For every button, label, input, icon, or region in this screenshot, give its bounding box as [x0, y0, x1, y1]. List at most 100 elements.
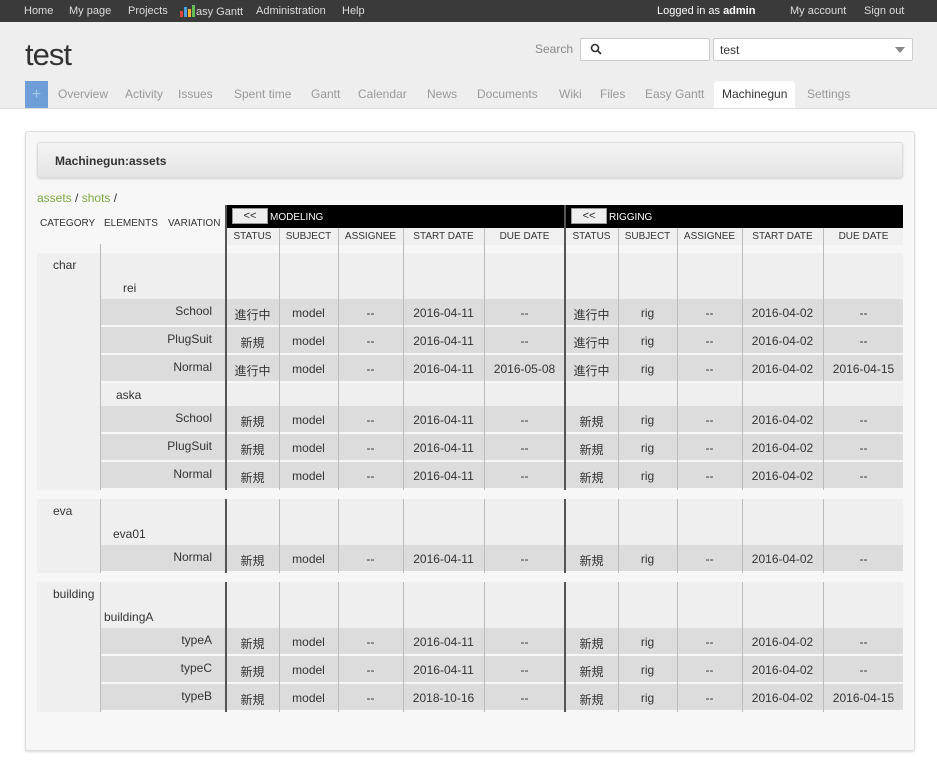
- cell-status[interactable]: 新規: [565, 663, 618, 680]
- cell-status[interactable]: 新規: [565, 635, 618, 652]
- grid-line: [823, 499, 824, 573]
- category-label[interactable]: eva: [53, 504, 72, 518]
- cell-start-date: 2016-04-02: [751, 691, 814, 705]
- tab-spent-time[interactable]: Spent time: [234, 87, 291, 101]
- category-label[interactable]: char: [53, 258, 76, 272]
- variation-label[interactable]: Normal: [100, 467, 212, 481]
- cell-status[interactable]: 新規: [226, 469, 279, 486]
- cell-status[interactable]: 新規: [565, 552, 618, 569]
- cell-subject[interactable]: rig: [618, 469, 677, 483]
- variation-label[interactable]: School: [100, 411, 212, 425]
- cell-status[interactable]: 進行中: [226, 362, 279, 379]
- category-label[interactable]: building: [53, 587, 94, 601]
- cell-status[interactable]: 新規: [226, 441, 279, 458]
- element-label[interactable]: rei: [123, 281, 136, 295]
- tab-calendar[interactable]: Calendar: [358, 87, 407, 101]
- logged-in-user[interactable]: admin: [723, 5, 755, 17]
- cell-status[interactable]: 進行中: [565, 334, 618, 351]
- cell-subject[interactable]: rig: [618, 691, 677, 705]
- collapse-section-button[interactable]: <<: [571, 208, 607, 224]
- cell-status[interactable]: 新規: [565, 441, 618, 458]
- cell-status[interactable]: 新規: [226, 552, 279, 569]
- search-input[interactable]: [580, 38, 710, 61]
- variation-label[interactable]: Normal: [100, 360, 212, 374]
- cell-status[interactable]: 新規: [226, 663, 279, 680]
- cell-subject[interactable]: model: [279, 413, 338, 427]
- cell-status[interactable]: 進行中: [226, 306, 279, 323]
- grid-line: [403, 499, 404, 573]
- cell-subject[interactable]: model: [279, 691, 338, 705]
- collapse-section-button[interactable]: <<: [232, 208, 268, 224]
- top-menu-administration[interactable]: Administration: [256, 5, 326, 17]
- cell-subject[interactable]: rig: [618, 663, 677, 677]
- tab-easy-gantt[interactable]: Easy Gantt: [645, 87, 704, 101]
- cell-assignee: --: [705, 552, 714, 566]
- cell-subject[interactable]: model: [279, 306, 338, 320]
- cell-status[interactable]: 新規: [565, 469, 618, 486]
- easy-gantt-logo-icon: [180, 5, 195, 17]
- variation-label[interactable]: Normal: [100, 550, 212, 564]
- cell-assignee: --: [705, 306, 714, 320]
- cell-assignee: --: [366, 362, 375, 376]
- top-menu-my-page[interactable]: My page: [69, 5, 111, 17]
- cell-subject[interactable]: model: [279, 469, 338, 483]
- tab-machinegun[interactable]: Machinegun: [714, 81, 796, 108]
- cell-status[interactable]: 新規: [226, 413, 279, 430]
- tab-wiki[interactable]: Wiki: [559, 87, 582, 101]
- element-label[interactable]: buildingA: [104, 610, 153, 624]
- cell-subject[interactable]: model: [279, 362, 338, 376]
- cell-subject[interactable]: rig: [618, 635, 677, 649]
- cell-subject[interactable]: model: [279, 441, 338, 455]
- top-menu-my-account[interactable]: My account: [790, 5, 846, 17]
- cell-subject[interactable]: rig: [618, 441, 677, 455]
- tab-settings[interactable]: Settings: [807, 87, 850, 101]
- cell-start-date: 2016-04-02: [751, 552, 814, 566]
- top-menu-home[interactable]: Home: [24, 5, 53, 17]
- tab-activity[interactable]: Activity: [125, 87, 163, 101]
- tab-gantt[interactable]: Gantt: [311, 87, 340, 101]
- cell-subject[interactable]: rig: [618, 413, 677, 427]
- cell-subject[interactable]: model: [279, 635, 338, 649]
- breadcrumb-shots[interactable]: shots: [82, 191, 111, 205]
- category-row: [37, 253, 903, 276]
- element-label[interactable]: aska: [116, 388, 141, 402]
- tab-documents[interactable]: Documents: [477, 87, 538, 101]
- element-label[interactable]: eva01: [113, 527, 146, 541]
- cell-subject[interactable]: rig: [618, 306, 677, 320]
- variation-label[interactable]: typeC: [100, 661, 212, 675]
- tab-issues[interactable]: Issues: [178, 87, 213, 101]
- tab-files[interactable]: Files: [600, 87, 625, 101]
- top-menu-sign-out[interactable]: Sign out: [864, 5, 904, 17]
- top-menu-projects[interactable]: Projects: [128, 5, 168, 17]
- cell-status[interactable]: 新規: [565, 691, 618, 708]
- breadcrumb-assets[interactable]: assets: [37, 191, 72, 205]
- variation-label[interactable]: PlugSuit: [100, 332, 212, 346]
- project-jump-select[interactable]: test: [713, 38, 913, 61]
- variation-label[interactable]: School: [100, 304, 212, 318]
- variation-label[interactable]: PlugSuit: [100, 439, 212, 453]
- cell-assignee: --: [705, 413, 714, 427]
- cell-subject[interactable]: model: [279, 663, 338, 677]
- cell-subject[interactable]: model: [279, 552, 338, 566]
- new-object-button[interactable]: +: [25, 81, 48, 108]
- cell-start-date: 2016-04-11: [413, 441, 474, 455]
- grid-line: [484, 228, 485, 253]
- cell-subject[interactable]: rig: [618, 362, 677, 376]
- variation-label[interactable]: typeA: [100, 633, 212, 647]
- cell-status[interactable]: 進行中: [565, 362, 618, 379]
- grid-line: [677, 582, 678, 712]
- tab-overview[interactable]: Overview: [58, 87, 108, 101]
- cell-status[interactable]: 新規: [565, 413, 618, 430]
- cell-subject[interactable]: rig: [618, 334, 677, 348]
- cell-due-date: --: [859, 552, 868, 566]
- variation-label[interactable]: typeB: [100, 689, 212, 703]
- tab-news[interactable]: News: [427, 87, 457, 101]
- top-menu-help[interactable]: Help: [342, 5, 365, 17]
- cell-status[interactable]: 進行中: [565, 306, 618, 323]
- cell-status[interactable]: 新規: [226, 691, 279, 708]
- cell-subject[interactable]: rig: [618, 552, 677, 566]
- cell-status[interactable]: 新規: [226, 334, 279, 351]
- cell-status[interactable]: 新規: [226, 635, 279, 652]
- top-menu-easy-gantt[interactable]: asy Gantt: [180, 5, 243, 18]
- cell-subject[interactable]: model: [279, 334, 338, 348]
